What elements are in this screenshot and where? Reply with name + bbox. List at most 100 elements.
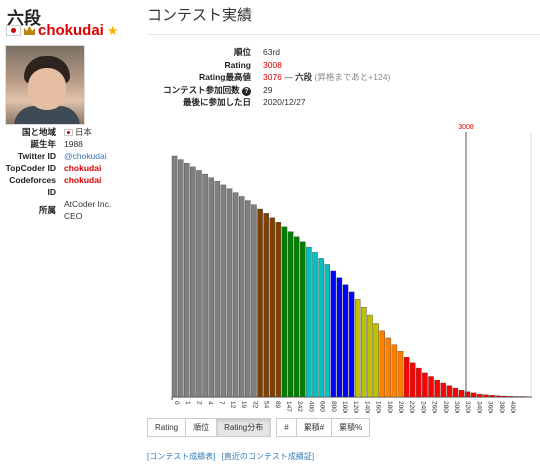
chart-bar — [184, 163, 190, 398]
btn-count[interactable]: # — [276, 418, 296, 437]
chart-bar — [507, 396, 514, 398]
chart-bar — [257, 208, 263, 398]
country-value: 日本 — [75, 127, 93, 137]
chart-bar — [324, 264, 330, 398]
codeforces-link[interactable]: chokudai — [64, 174, 126, 198]
chart-mode-group: # 累積# 累積% — [276, 418, 371, 437]
avatar — [5, 45, 85, 125]
chart-bar — [428, 376, 434, 398]
stat-highest: Rating最高値 3076 — 六段 (昇格まであと+124) — [199, 72, 391, 83]
chart-bar — [177, 159, 184, 398]
chart-bar — [348, 291, 355, 398]
x-tick-label: 2800 — [442, 401, 449, 413]
x-tick-label: 89 — [274, 401, 281, 409]
japan-flag-icon — [6, 25, 21, 36]
chart-bar — [379, 330, 385, 398]
btn-cumulative-percent[interactable]: 累積% — [331, 418, 371, 437]
x-tick-label: 19 — [240, 401, 247, 409]
chart-bar — [403, 357, 410, 398]
x-tick-label: 800 — [330, 401, 337, 412]
chart-bar — [452, 387, 459, 398]
chart-bar — [275, 222, 282, 398]
info-row-twitter: Twitter ID @chokudai — [0, 150, 126, 162]
chart-bar — [269, 217, 276, 398]
info-row-country: 国と地域 日本 — [21, 127, 93, 137]
x-tick-label: 2000 — [397, 401, 404, 413]
btn-rank[interactable]: 順位 — [185, 418, 217, 437]
chart-bar — [477, 393, 483, 398]
stat-last-date: 最後に参加した日 2020/12/27 — [182, 97, 306, 108]
twitter-link[interactable]: @chokudai — [64, 150, 126, 162]
chart-bar — [409, 362, 416, 398]
chart-bar — [208, 177, 214, 398]
x-tick-label: 54 — [263, 401, 270, 409]
x-tick-label: 400 — [307, 401, 314, 412]
chart-bar — [501, 395, 508, 398]
chart-bar — [220, 184, 227, 398]
chart-bar — [361, 306, 367, 398]
x-tick-label: 7 — [218, 401, 225, 405]
current-rating-label: 3008 — [458, 124, 474, 131]
page-title: コンテスト実績 — [147, 7, 253, 24]
chart-bar — [458, 390, 465, 398]
btn-rating[interactable]: Rating — [147, 418, 186, 437]
recent-certificate-link[interactable]: [直近のコンテスト成績証] — [222, 452, 314, 461]
chart-bar — [171, 155, 178, 398]
btn-rating-distribution[interactable]: Rating分布 — [216, 418, 272, 437]
chart-bar — [342, 284, 349, 398]
btn-cumulative-count[interactable]: 累積# — [295, 418, 332, 437]
chart-bar — [251, 204, 257, 398]
chart-bar — [287, 231, 294, 398]
info-row-birth: 誕生年 1988 — [0, 138, 126, 150]
contest-history-link[interactable]: [コンテスト成績表] — [147, 452, 215, 461]
topcoder-link[interactable]: chokudai — [64, 162, 126, 174]
chart-bar — [440, 382, 447, 398]
x-tick-label: 3200 — [464, 401, 471, 413]
x-tick-label: 0 — [173, 401, 180, 405]
x-tick-label: 2600 — [431, 401, 438, 413]
profile-info: 国と地域 日本 誕生年 1988 Twitter ID @chokudai To… — [0, 126, 126, 222]
x-tick-label: 3800 — [498, 401, 505, 413]
chart-bar — [312, 252, 318, 398]
chart-bar — [226, 188, 233, 398]
stat-rank: 順位 63rd — [233, 47, 281, 57]
x-tick-label: 4 — [207, 401, 214, 405]
chart-bar — [202, 173, 208, 398]
x-tick-label: 3400 — [475, 401, 482, 413]
chart-bar — [300, 241, 306, 398]
chart-toggle-buttons: Rating 順位 Rating分布 # 累積# 累積% — [147, 418, 375, 437]
stats-table: 順位 63rd Rating 3008 Rating最高値 3076 — 六段 … — [147, 46, 390, 109]
stat-rating: Rating 3008 — [224, 59, 282, 70]
chart-bar — [318, 258, 324, 398]
info-row-affiliation: 所属 AtCoder Inc. CEO — [0, 198, 126, 222]
x-tick-label: 2 — [195, 401, 202, 405]
star-icon: ★ — [106, 22, 119, 38]
x-tick-label: 3000 — [453, 401, 460, 413]
x-tick-label: 4000 — [509, 401, 516, 413]
chart-bar — [489, 395, 495, 398]
username[interactable]: chokudai — [38, 22, 104, 39]
chart-bar — [434, 379, 440, 398]
rating-distribution-chart: 0 1 2 4 7 12 19 32 54 89 147 242 400 600 800 1000 1200 14… — [164, 118, 540, 413]
chart-bar — [373, 323, 379, 398]
chart-bar — [238, 196, 245, 398]
help-icon[interactable]: ? — [242, 86, 251, 96]
x-tick-label: 147 — [285, 401, 292, 412]
x-tick-label: 1600 — [375, 401, 382, 413]
chart-bar — [281, 226, 288, 398]
chart-bar — [483, 394, 489, 398]
chart-bar — [263, 213, 269, 398]
user-line: chokudai ★ — [6, 22, 119, 39]
chart-bar — [446, 385, 453, 398]
affiliation: AtCoder Inc. CEO — [64, 199, 112, 221]
chart-type-group: Rating 順位 Rating分布 — [147, 418, 272, 437]
chart-bar — [367, 314, 373, 398]
x-tick-label: 600 — [319, 401, 326, 412]
stat-contests: コンテスト参加回数 ? 29 — [163, 84, 273, 96]
x-tick-label: 32 — [251, 401, 258, 409]
birth-year: 1988 — [64, 139, 83, 149]
info-row-topcoder: TopCoder ID chokudai — [0, 162, 126, 174]
x-tick-label: 1 — [184, 401, 191, 405]
chart-bar — [245, 200, 251, 398]
chart-bar — [330, 270, 337, 398]
